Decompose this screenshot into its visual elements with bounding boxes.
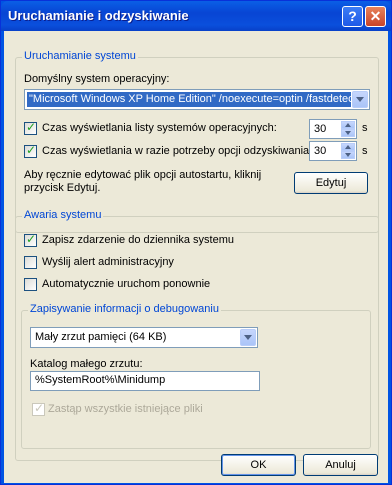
- window-title: Uruchamianie i odzyskiwanie: [8, 8, 189, 23]
- spin-down-icon[interactable]: [341, 129, 355, 137]
- title-bar[interactable]: Uruchamianie i odzyskiwanie ? ✕: [1, 1, 391, 31]
- recovery-time-value: 30: [314, 145, 327, 157]
- overwrite-checkbox[interactable]: [32, 401, 45, 416]
- list-time-label: Czas wyświetlania listy systemów operacy…: [42, 122, 277, 134]
- dump-type-value: Mały zrzut pamięci (64 KB): [35, 331, 167, 343]
- recovery-time-spinner[interactable]: 30: [309, 141, 357, 161]
- list-time-unit: s: [362, 122, 368, 134]
- list-time-spinner[interactable]: 30: [309, 119, 357, 139]
- default-os-value: "Microsoft Windows XP Home Edition" /noe…: [27, 92, 351, 107]
- default-os-label: Domyślny system operacyjny:: [24, 73, 170, 85]
- spin-down-icon[interactable]: [341, 151, 355, 159]
- dialog-body: Uruchamianie systemu Domyślny system ope…: [4, 31, 388, 483]
- default-os-dropdown[interactable]: "Microsoft Windows XP Home Edition" /noe…: [24, 89, 370, 110]
- spin-up-icon[interactable]: [341, 143, 355, 151]
- list-time-value: 30: [314, 123, 327, 135]
- ok-button[interactable]: OK: [221, 454, 296, 476]
- chevron-down-icon[interactable]: [352, 91, 368, 108]
- send-alert-checkbox[interactable]: [24, 256, 37, 269]
- recovery-time-unit: s: [362, 145, 368, 157]
- auto-restart-checkbox[interactable]: [24, 278, 37, 291]
- edit-hint-text: Aby ręcznie edytować plik opcji autostar…: [24, 169, 262, 194]
- write-event-checkbox[interactable]: [24, 232, 37, 247]
- list-time-checkbox[interactable]: [24, 120, 37, 135]
- spin-up-icon[interactable]: [341, 121, 355, 129]
- write-event-label: Zapisz zdarzenie do dziennika systemu: [42, 234, 234, 246]
- recovery-time-checkbox[interactable]: [24, 143, 37, 158]
- dump-dir-label: Katalog małego zrzutu:: [30, 358, 143, 370]
- system-failure-group-label: Awaria systemu: [22, 209, 104, 221]
- cancel-button[interactable]: Anuluj: [303, 454, 378, 476]
- dump-dir-input[interactable]: %SystemRoot%\Minidump: [30, 371, 260, 391]
- send-alert-label: Wyślij alert administracyjny: [42, 256, 174, 268]
- debug-info-group-label: Zapisywanie informacji o debugowaniu: [28, 303, 221, 315]
- recovery-time-label: Czas wyświetlania w razie potrzeby opcji…: [42, 145, 313, 157]
- edit-button[interactable]: Edytuj: [294, 172, 368, 194]
- dump-type-dropdown[interactable]: Mały zrzut pamięci (64 KB): [30, 327, 258, 348]
- help-button[interactable]: ?: [342, 6, 363, 27]
- overwrite-label: Zastąp wszystkie istniejące pliki: [48, 403, 203, 415]
- close-button[interactable]: ✕: [365, 6, 386, 27]
- auto-restart-label: Automatycznie uruchom ponownie: [42, 278, 211, 290]
- chevron-down-icon[interactable]: [240, 329, 256, 346]
- dialog-window: Uruchamianie i odzyskiwanie ? ✕ Uruchami…: [0, 0, 392, 485]
- startup-group-label: Uruchamianie systemu: [22, 50, 138, 62]
